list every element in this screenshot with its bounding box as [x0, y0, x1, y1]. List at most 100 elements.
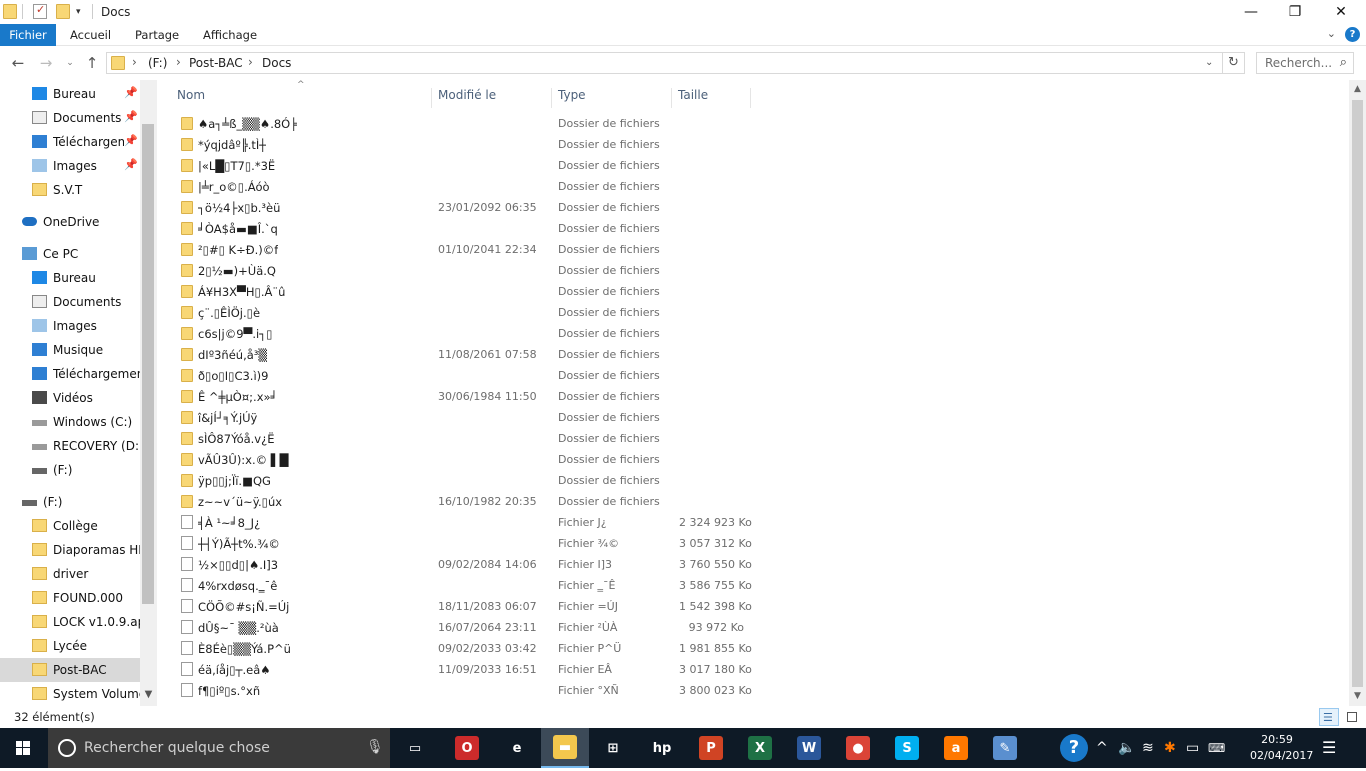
notifications-icon[interactable]: ☰ [1322, 738, 1336, 757]
sidebar-item[interactable]: System Volume I [0, 682, 140, 706]
breadcrumb-post-bac[interactable]: Post-BAC [189, 56, 243, 70]
folder-row[interactable]: ð▯o▯I▯C3.ì)9 Dossier de fichiers [171, 365, 771, 386]
tab-affichage[interactable]: Affichage [193, 24, 267, 46]
sidebar-scrollbar-thumb[interactable] [142, 124, 154, 604]
tab-accueil[interactable]: Accueil [60, 24, 121, 46]
folder-row[interactable]: *ýqjdâº╠.tÌ┼ Dossier de fichiers [171, 134, 771, 155]
folder-row[interactable]: dIº3ñéú,å³▒ 11/08/2061 07:58 Dossier de fi… [171, 344, 771, 365]
taskbar-app-file-explorer[interactable]: ▬ [541, 728, 589, 768]
sidebar-item[interactable]: driver [0, 562, 140, 586]
back-arrow-icon[interactable]: ← [8, 53, 28, 73]
sidebar-item[interactable]: Ce PC [0, 242, 140, 266]
file-row[interactable]: ┼┤Ý)Ã┼t%.¾© Fichier ¾© 3 057 312 Ko [171, 533, 771, 554]
sidebar-item[interactable]: Musique [0, 338, 140, 362]
tab-fichier[interactable]: Fichier [0, 24, 56, 46]
taskbar-app-word[interactable]: W [785, 728, 833, 768]
folder-row[interactable]: î&jÍ┘╕Ý.jÚÿ Dossier de fichiers [171, 407, 771, 428]
taskbar-app-paint[interactable]: ✎ [981, 728, 1029, 768]
sidebar-item[interactable]: FOUND.000 [0, 586, 140, 610]
taskbar-app-edge[interactable]: e [493, 728, 541, 768]
wifi-icon[interactable]: ≋ [1142, 740, 1154, 756]
search-input[interactable]: Recherch... ⌕ [1256, 52, 1354, 74]
breadcrumb-drive[interactable]: (F:) [148, 56, 167, 70]
sidebar-item[interactable]: S.V.T [0, 178, 140, 202]
tab-partage[interactable]: Partage [125, 24, 189, 46]
folder-row[interactable]: sÌÔ87Ýóå.v¿Ë Dossier de fichiers [171, 428, 771, 449]
file-row[interactable]: éä,íåj▯┬.eâ♠ 11/09/2033 16:51 Fichier EÂ 3 … [171, 659, 771, 680]
sidebar-item[interactable]: Windows (C:) [0, 410, 140, 434]
column-header-type[interactable]: Type [551, 88, 672, 108]
column-header-size[interactable]: Taille [671, 88, 751, 108]
address-bar[interactable]: › (F:) › Post-BAC › Docs ⌄ [106, 52, 1223, 74]
avast-tray-icon[interactable]: ✱ [1164, 740, 1176, 756]
folder-row[interactable]: |╧r_o©▯.Áóò Dossier de fichiers [171, 176, 771, 197]
taskbar-app-chrome[interactable]: ● [834, 728, 882, 768]
maximize-button[interactable]: ❐ [1272, 0, 1318, 24]
taskbar-app-store[interactable]: ⊞ [589, 728, 637, 768]
new-folder-icon[interactable] [56, 4, 70, 19]
column-header-name[interactable]: Nom [170, 88, 432, 108]
file-row[interactable]: CÖÕ©#s¡Ñ.=Új 18/11/2083 06:07 Fichier =ÚJ 1… [171, 596, 771, 617]
sidebar-item[interactable]: Bureau 📌 [0, 82, 140, 106]
sidebar-item[interactable]: Lycée [0, 634, 140, 658]
taskbar-app-powerpoint[interactable]: P [687, 728, 735, 768]
sidebar-item[interactable]: Images 📌 [0, 154, 140, 178]
large-icons-view-icon[interactable] [1342, 708, 1362, 726]
sidebar-item[interactable]: Post-BAC [0, 658, 140, 682]
breadcrumb-separator[interactable]: › [132, 55, 137, 69]
chevron-up-icon[interactable]: ^ [1096, 740, 1108, 756]
breadcrumb-separator[interactable]: › [176, 55, 181, 69]
folder-row[interactable]: |«L█▯T7▯.*3Ë Dossier de fichiers [171, 155, 771, 176]
language-icon[interactable]: ⌨ [1208, 741, 1225, 755]
microphone-icon[interactable]: 🎙 [366, 739, 384, 755]
taskbar-search-input[interactable]: Rechercher quelque chose 🎙 [48, 728, 390, 768]
expand-ribbon-icon[interactable]: ⌄ [1327, 27, 1336, 40]
address-history-chevron-icon[interactable]: ⌄ [1205, 57, 1213, 68]
sidebar-item[interactable]: RECOVERY (D:) [0, 434, 140, 458]
details-view-icon[interactable]: ☰ [1319, 708, 1339, 726]
file-row[interactable]: 4%rxdøsq.‗¯ê Fichier ‗¯Ê 3 586 755 Ko [171, 575, 771, 596]
sidebar-item[interactable]: Collège [0, 514, 140, 538]
folder-row[interactable]: Ê ^╪µÒ¤;.x»╛ 30/06/1984 11:50 Dossier de f… [171, 386, 771, 407]
file-row[interactable]: ½×▯▯d▯|♠.I]3 09/02/2084 14:06 Fichier I]3 3… [171, 554, 771, 575]
scrollbar-thumb[interactable] [1352, 100, 1363, 687]
file-row[interactable]: ╡À ¹~╛8_J¿ Fichier J¿ 2 324 923 Ko [171, 512, 771, 533]
file-row[interactable]: f¶▯iº▯s.°xñ Fichier °XÑ 3 800 023 Ko [171, 680, 771, 701]
sidebar-item[interactable]: Documents [0, 290, 140, 314]
forward-arrow-icon[interactable]: → [36, 53, 56, 73]
column-header-modified[interactable]: Modifié le [431, 88, 552, 108]
file-row[interactable]: È8Éè▯▒▒Ýá.P^ü 09/02/2033 03:42 Fichier P^Ü… [171, 638, 771, 659]
breadcrumb-separator[interactable]: › [248, 55, 253, 69]
sidebar-item[interactable]: Téléchargements📌 [0, 130, 140, 154]
taskbar-app-opera[interactable]: O [443, 728, 491, 768]
help-tray-icon[interactable]: ? [1060, 734, 1088, 762]
sidebar-item[interactable]: Documents 📌 [0, 106, 140, 130]
volume-icon[interactable]: 🔈 [1118, 740, 1135, 756]
sidebar-item[interactable]: Images [0, 314, 140, 338]
folder-row[interactable]: Á¥H3X▀H▯.Â¨û Dossier de fichiers [171, 281, 771, 302]
folder-row[interactable]: ²▯#▯ K÷Ð.)©f 01/10/2041 22:34 Dossier de f… [171, 239, 771, 260]
close-button[interactable]: ✕ [1318, 0, 1364, 24]
taskbar-app-hp[interactable]: hp [638, 728, 686, 768]
sidebar-item[interactable]: OneDrive [0, 210, 140, 234]
sidebar-item[interactable]: Bureau [0, 266, 140, 290]
up-arrow-icon[interactable]: ↑ [82, 53, 102, 73]
file-row[interactable]: dÛ§~¯ ▒▒.²ùà 16/07/2064 23:11 Fichier ²ÙÀ 9… [171, 617, 771, 638]
taskbar-app-avast[interactable]: a [932, 728, 980, 768]
breadcrumb-docs[interactable]: Docs [262, 56, 291, 70]
sidebar-item[interactable]: (F:) [0, 458, 140, 482]
folder-row[interactable]: ╛ÒA$å▬■Î.`q Dossier de fichiers [171, 218, 771, 239]
folder-row[interactable]: c6s|j©9▀.i┐▯ Dossier de fichiers [171, 323, 771, 344]
scroll-down-arrow-icon[interactable]: ▼ [1349, 687, 1366, 705]
sidebar-item[interactable]: LOCK v1.0.9.app [0, 610, 140, 634]
scroll-up-arrow-icon[interactable]: ▲ [1349, 80, 1366, 98]
folder-row[interactable]: ÿp▯▯j;Ïï.■QG Dossier de fichiers [171, 470, 771, 491]
taskbar-app-skype[interactable]: S [883, 728, 931, 768]
taskbar-app-task-view[interactable]: ▭ [391, 728, 439, 768]
folder-row[interactable]: 2▯½▬)+Ùä.Q Dossier de fichiers [171, 260, 771, 281]
clock[interactable]: 20:59 02/04/2017 [1250, 732, 1313, 764]
folder-row[interactable]: vÃÛ3Û):x.© ▌█ Dossier de fichiers [171, 449, 771, 470]
taskbar-app-excel[interactable]: X [736, 728, 784, 768]
sidebar-scroll-down-icon[interactable]: ▼ [140, 686, 157, 704]
folder-row[interactable]: ┐ö½4├x▯b.³èü 23/01/2092 06:35 Dossier de f… [171, 197, 771, 218]
